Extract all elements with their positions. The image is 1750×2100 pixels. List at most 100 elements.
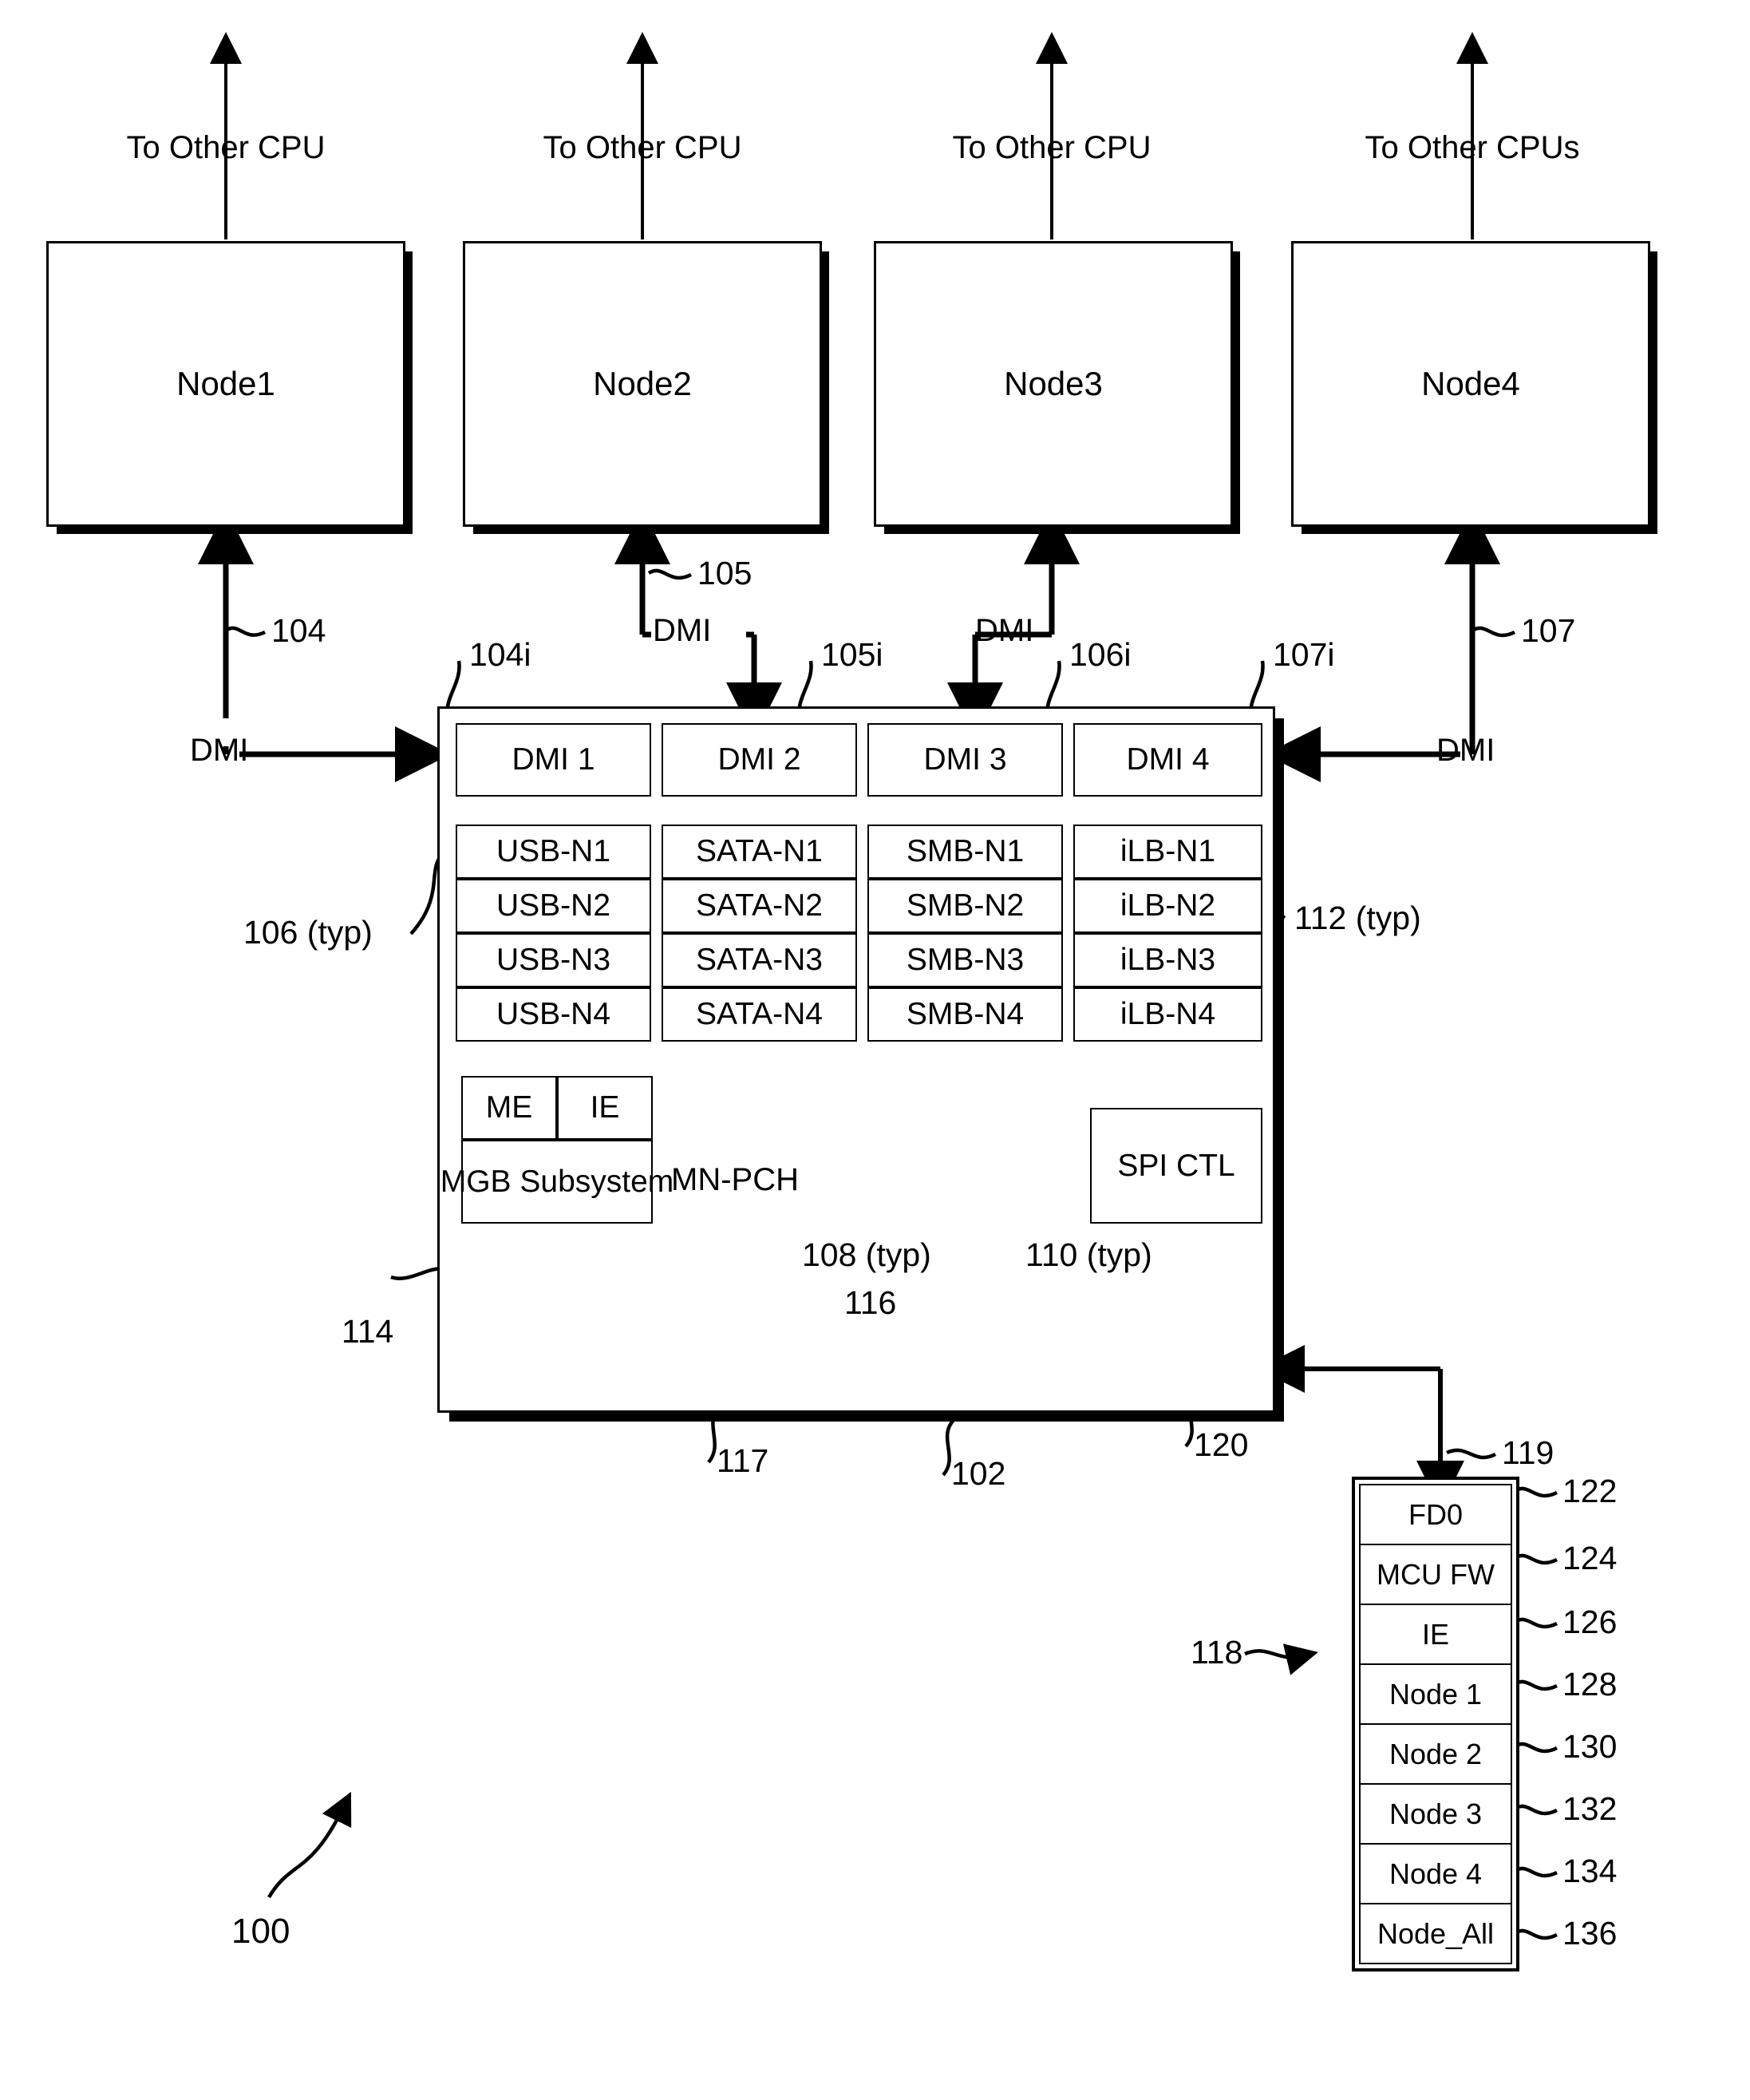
reference-numeral-124: 124 — [1562, 1540, 1618, 1576]
flash-region-ie[interactable]: IE — [1361, 1605, 1511, 1665]
pch-cell-smb-n3[interactable]: SMB-N3 — [867, 933, 1063, 987]
pch-cell-ilb-n4[interactable]: iLB-N4 — [1073, 987, 1262, 1042]
flash-region-node-1[interactable]: Node 1 — [1361, 1665, 1511, 1725]
flash-region-label: IE — [1421, 1617, 1449, 1651]
pch-cell-usb-n1[interactable]: USB-N1 — [456, 825, 651, 879]
pch-cell-dmi-4[interactable]: DMI 4 — [1073, 723, 1262, 797]
reference-numeral-134: 134 — [1562, 1853, 1618, 1889]
reference-numeral-118: 118 — [1191, 1634, 1243, 1671]
reference-numeral-110-typ: 110 (typ) — [1025, 1236, 1152, 1273]
flash-region-label: Node 3 — [1389, 1797, 1483, 1830]
mn-pch-name-label: MN-PCH — [671, 1162, 799, 1197]
pch-cell-label: DMI 2 — [717, 742, 801, 777]
pch-cell-mgb-subsystem[interactable]: MGB Subsystem — [440, 1140, 674, 1224]
dmi-link-label-3: DMI — [975, 613, 1034, 648]
to-other-cpu-label-1: To Other CPU — [126, 130, 326, 165]
pch-cell-label: MGB Subsystem — [440, 1164, 674, 1199]
pch-cell-spi-ctl[interactable]: SPI CTL — [1090, 1108, 1262, 1224]
flash-region-node-3[interactable]: Node 3 — [1361, 1785, 1511, 1845]
flash-region-node-2[interactable]: Node 2 — [1361, 1725, 1511, 1785]
pch-cell-me[interactable]: ME — [461, 1076, 557, 1140]
reference-numeral-100: 100 — [231, 1912, 290, 1951]
node-box-label: Node2 — [593, 365, 692, 402]
reference-numeral-130: 130 — [1562, 1728, 1618, 1765]
reference-numeral-122: 122 — [1562, 1473, 1618, 1509]
pch-cell-dmi-3[interactable]: DMI 3 — [867, 723, 1063, 797]
reference-numeral-106i: 106i — [1069, 636, 1132, 673]
flash-region-node-all[interactable]: Node_All — [1361, 1904, 1511, 1963]
pch-cell-smb-n2[interactable]: SMB-N2 — [867, 879, 1063, 933]
reference-numeral-107: 107 — [1521, 612, 1576, 649]
flash-region-label: FD0 — [1408, 1497, 1463, 1531]
reference-numeral-104i: 104i — [469, 636, 531, 673]
pch-cell-label: USB-N2 — [496, 888, 611, 923]
reference-numeral-128: 128 — [1562, 1666, 1618, 1703]
pch-cell-label: USB-N3 — [496, 943, 611, 977]
reference-numeral-136: 136 — [1562, 1915, 1618, 1952]
node-box-4[interactable]: Node4 — [1291, 241, 1650, 527]
node-inbound-dmi-arrows — [198, 508, 1500, 734]
flash-region-label: Node 2 — [1389, 1737, 1483, 1770]
reference-numeral-117: 117 — [717, 1442, 769, 1479]
pch-cell-ilb-n3[interactable]: iLB-N3 — [1073, 933, 1262, 987]
flash-region-label: Node_All — [1377, 1916, 1495, 1950]
pch-cell-label: SATA-N3 — [696, 943, 823, 977]
pch-cell-label: SATA-N4 — [696, 997, 823, 1031]
node-box-2[interactable]: Node2 — [463, 241, 822, 527]
pch-cell-usb-n2[interactable]: USB-N2 — [456, 879, 651, 933]
reference-numeral-102: 102 — [951, 1455, 1006, 1492]
flash-region-label: MCU FW — [1377, 1557, 1495, 1591]
pch-cell-label: IE — [590, 1090, 620, 1125]
reference-numeral-112-typ: 112 (typ) — [1294, 900, 1421, 936]
node-box-1[interactable]: Node1 — [46, 241, 405, 527]
pch-cell-label: DMI 4 — [1126, 742, 1210, 777]
pch-cell-sata-n3[interactable]: SATA-N3 — [662, 933, 857, 987]
flash-region-label: Node 4 — [1389, 1857, 1483, 1890]
pch-cell-label: SPI CTL — [1117, 1148, 1235, 1183]
pch-cell-dmi-1[interactable]: DMI 1 — [456, 723, 651, 797]
reference-numeral-114: 114 — [342, 1313, 394, 1350]
flash-region-mcu-fw[interactable]: MCU FW — [1361, 1545, 1511, 1605]
reference-numeral-116: 116 — [844, 1284, 897, 1321]
pch-cell-label: SMB-N2 — [906, 888, 1025, 923]
flash-memory-regions: FD0 MCU FW IE Node 1 Node 2 Node 3 Node … — [1359, 1484, 1512, 1964]
pch-cell-usb-n3[interactable]: USB-N3 — [456, 933, 651, 987]
pch-cell-label: USB-N1 — [496, 834, 611, 868]
pch-cell-dmi-2[interactable]: DMI 2 — [662, 723, 857, 797]
reference-numeral-105i: 105i — [821, 636, 883, 673]
reference-numeral-107i: 107i — [1273, 636, 1335, 673]
pch-cell-sata-n2[interactable]: SATA-N2 — [662, 879, 857, 933]
flash-region-node-4[interactable]: Node 4 — [1361, 1845, 1511, 1904]
reference-numeral-120: 120 — [1194, 1426, 1249, 1463]
pch-cell-label: SMB-N1 — [906, 834, 1025, 868]
to-other-cpu-label-4: To Other CPUs — [1365, 130, 1580, 165]
patent-figure-canvas: Node1 Node2 Node3 Node4 To Other CPU To … — [0, 0, 1750, 2100]
pch-cell-sata-n1[interactable]: SATA-N1 — [662, 825, 857, 879]
pch-cell-label: iLB-N2 — [1120, 888, 1216, 923]
dmi-link-label-4: DMI — [1436, 733, 1495, 768]
pch-cell-label: SMB-N3 — [906, 943, 1025, 977]
pch-cell-smb-n1[interactable]: SMB-N1 — [867, 825, 1063, 879]
pch-cell-ilb-n1[interactable]: iLB-N1 — [1073, 825, 1262, 879]
reference-numeral-105: 105 — [697, 555, 753, 591]
pch-cell-sata-n4[interactable]: SATA-N4 — [662, 987, 857, 1042]
flash-region-fd0[interactable]: FD0 — [1361, 1485, 1511, 1545]
dmi-link-label-1: DMI — [190, 733, 249, 768]
pch-cell-label: iLB-N4 — [1120, 997, 1216, 1031]
flash-region-label: Node 1 — [1389, 1677, 1483, 1710]
pch-cell-ilb-n2[interactable]: iLB-N2 — [1073, 879, 1262, 933]
pch-cell-label: DMI 1 — [512, 742, 595, 777]
pch-cell-usb-n4[interactable]: USB-N4 — [456, 987, 651, 1042]
node-box-label: Node3 — [1004, 365, 1103, 402]
pch-cell-ie[interactable]: IE — [557, 1076, 653, 1140]
node-box-3[interactable]: Node3 — [874, 241, 1233, 527]
reference-numeral-108-typ: 108 (typ) — [802, 1236, 931, 1273]
spi-bus-route — [1257, 1345, 1464, 1509]
pch-cell-smb-n4[interactable]: SMB-N4 — [867, 987, 1063, 1042]
pch-cell-label: iLB-N1 — [1120, 834, 1216, 868]
pch-cell-label: DMI 3 — [923, 742, 1007, 777]
flash-memory-device[interactable]: FD0 MCU FW IE Node 1 Node 2 Node 3 Node … — [1352, 1477, 1519, 1971]
node-box-label: Node4 — [1421, 365, 1520, 402]
reference-numeral-132: 132 — [1562, 1790, 1618, 1827]
pch-cell-label: USB-N4 — [496, 997, 611, 1031]
